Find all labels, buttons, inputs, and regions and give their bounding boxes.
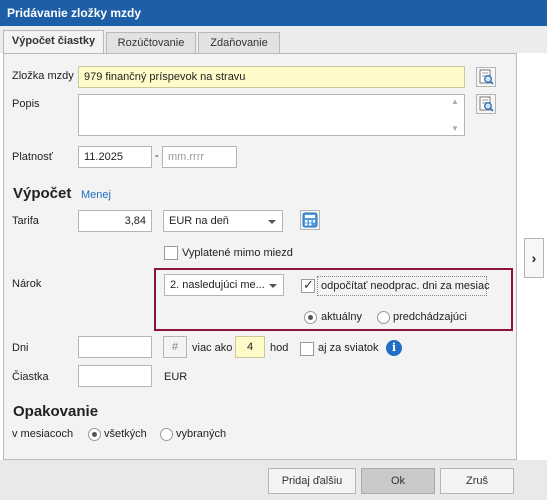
dni-input[interactable]: [78, 336, 152, 358]
tab-zdanovanie[interactable]: Zdaňovanie: [198, 32, 280, 53]
vypocet-heading: Výpočet: [13, 185, 72, 202]
tarifa-input[interactable]: 3,84: [78, 210, 152, 232]
chevron-down-icon: [269, 284, 277, 288]
dni-label: Dni: [12, 342, 29, 354]
platnost-from-input[interactable]: 11.2025: [78, 146, 152, 168]
radio-vsetkych[interactable]: [88, 428, 101, 441]
platnost-separator: -: [155, 150, 159, 162]
window-title: Pridávanie zložky mzdy: [0, 0, 547, 26]
zlozka-lookup-button[interactable]: [476, 67, 496, 87]
narok-label: Nárok: [12, 278, 42, 290]
ciastka-unit: EUR: [164, 371, 188, 383]
scroll-down-icon[interactable]: ▼: [451, 124, 459, 133]
platnost-label: Platnosť: [12, 151, 53, 163]
tarifa-unit-value: EUR na deň: [169, 215, 229, 227]
ciastka-label: Čiastka: [12, 371, 49, 383]
radio-aktualny-label: aktuálny: [321, 311, 362, 323]
popis-textarea[interactable]: [78, 94, 465, 136]
hod-label: hod: [270, 342, 289, 354]
tab-vypocet-ciastky[interactable]: Výpočet čiastky: [3, 30, 104, 54]
radio-vsetkych-label: všetkých: [104, 428, 147, 440]
radio-predchadzajuci[interactable]: [377, 311, 390, 324]
radio-aktualny[interactable]: [304, 311, 317, 324]
popis-lookup-button[interactable]: [476, 94, 496, 114]
hash-button[interactable]: #: [163, 336, 187, 358]
calculator-button[interactable]: [300, 210, 320, 230]
aj-za-sviatok-label: aj za sviatok: [318, 342, 379, 354]
tarifa-label: Tarifa: [12, 215, 39, 227]
tab-bar: Výpočet čiastky Rozúčtovanie Zdaňovanie: [0, 26, 547, 54]
zlozka-input[interactable]: 979 finančný príspevok na stravu: [78, 66, 465, 88]
lookup-icon: [479, 69, 494, 85]
narok-select[interactable]: 2. nasledujúci me...: [164, 274, 284, 296]
radio-vybranych-label: vybraných: [176, 428, 227, 440]
tab-rozuctovanie[interactable]: Rozúčtovanie: [106, 32, 196, 53]
calculator-icon: [302, 212, 318, 228]
aj-za-sviatok-checkbox[interactable]: [300, 342, 314, 356]
hod-input[interactable]: 4: [235, 336, 265, 358]
dialog-window: Pridávanie zložky mzdy Výpočet čiastky R…: [0, 0, 547, 500]
lookup-icon: [479, 96, 494, 112]
radio-vybranych[interactable]: [160, 428, 173, 441]
opakovanie-heading: Opakovanie: [13, 403, 99, 420]
radio-predchadzajuci-label: predchádzajúci: [393, 311, 467, 323]
viac-ako-label: viac ako: [192, 342, 233, 354]
platnost-to-input[interactable]: mm.rrrr: [162, 146, 237, 168]
vyplatene-checkbox[interactable]: [164, 246, 178, 260]
info-icon[interactable]: i: [386, 340, 402, 356]
expand-panel-button[interactable]: ›: [524, 238, 544, 278]
scroll-up-icon[interactable]: ▲: [451, 97, 459, 106]
zlozka-label: Zložka mzdy: [12, 70, 74, 82]
ciastka-input[interactable]: [78, 365, 152, 387]
odpocitat-label: odpočítať neodprac. dni za mesiac: [317, 276, 490, 296]
popis-label: Popis: [12, 98, 40, 110]
narok-value: 2. nasledujúci me...: [170, 279, 265, 291]
tarifa-unit-select[interactable]: EUR na deň: [163, 210, 283, 232]
vyplatene-label: Vyplatené mimo miezd: [182, 247, 293, 259]
v-mesiacoch-label: v mesiacoch: [12, 428, 74, 440]
odpocitat-checkbox[interactable]: [301, 277, 315, 293]
zrus-button[interactable]: Zruš: [440, 468, 514, 494]
chevron-right-icon: ›: [531, 250, 537, 266]
chevron-down-icon: [268, 220, 276, 224]
menej-link[interactable]: Menej: [81, 189, 111, 201]
pridaj-dalsiu-button[interactable]: Pridaj ďalšiu: [268, 468, 356, 494]
ok-button[interactable]: Ok: [361, 468, 435, 494]
